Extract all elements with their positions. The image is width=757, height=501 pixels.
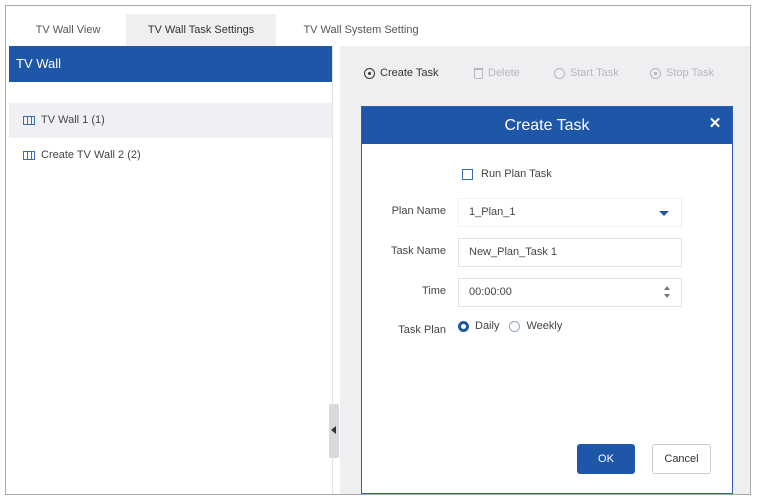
task-name-value: New_Plan_Task 1 [469,246,558,258]
weekly-label: Weekly [526,320,563,332]
start-task-button[interactable]: Start Task [554,65,619,81]
close-icon[interactable]: ✕ [708,116,722,132]
tv-wall-list: TV Wall 1 (1) Create TV Wall 2 (2) [9,103,332,173]
chevron-left-icon [331,426,336,434]
tv-wall-icon [23,151,35,160]
collapse-panel-button[interactable] [329,404,339,458]
stop-task-button[interactable]: Stop Task [650,65,714,81]
task-plan-label: Task Plan [398,324,446,336]
tab-tv-wall-task-settings[interactable]: TV Wall Task Settings [126,14,276,46]
task-name-input[interactable]: New_Plan_Task 1 [458,238,682,267]
start-icon [554,67,565,79]
delete-button[interactable]: Delete [474,65,520,81]
run-plan-task-row: Run Plan Task [462,168,552,180]
run-plan-task-checkbox[interactable] [462,168,473,180]
tv-wall-panel: TV Wall TV Wall 1 (1) Create TV Wall 2 (… [9,46,333,494]
time-label: Time [421,285,446,297]
tab-bar: TV Wall View TV Wall Task Settings TV Wa… [6,6,750,46]
stop-task-label: Stop Task [666,67,715,79]
tab-tv-wall-system-setting[interactable]: TV Wall System Setting [286,14,436,46]
tv-wall-icon [23,116,35,125]
stop-icon [650,67,661,79]
delete-label: Delete [488,67,520,79]
time-spinner-icon[interactable] [663,285,671,300]
app-window: TV Wall View TV Wall Task Settings TV Wa… [5,5,751,495]
cancel-button[interactable]: Cancel [652,444,711,474]
task-area: Create Task Delete Start Task Stop Task … [340,46,750,494]
tv-wall-item-label: TV Wall 1 (1) [41,114,105,126]
create-task-label: Create Task [380,67,439,79]
plan-name-value: 1_Plan_1 [469,206,516,218]
daily-label: Daily [475,320,500,332]
chevron-down-icon [659,211,669,216]
tv-wall-item-1[interactable]: TV Wall 1 (1) [9,103,332,138]
create-task-button[interactable]: Create Task [364,65,439,81]
tv-wall-item-label: Create TV Wall 2 (2) [41,149,141,161]
weekly-radio[interactable] [509,320,521,332]
task-plan-radio-group: Daily Weekly [458,320,572,332]
trash-icon [474,67,483,79]
task-name-label: Task Name [390,245,446,257]
dialog-title: Create Task [504,117,590,134]
tab-tv-wall-view[interactable]: TV Wall View [20,14,116,46]
daily-radio[interactable] [458,320,469,332]
tv-wall-item-2[interactable]: Create TV Wall 2 (2) [9,138,332,173]
plan-name-select[interactable]: 1_Plan_1 [458,198,682,227]
plan-name-label: Plan Name [391,205,446,217]
dialog-header: Create Task ✕ [362,107,732,144]
time-input[interactable]: 00:00:00 [458,278,682,307]
tv-wall-panel-title: TV Wall [9,46,332,82]
start-task-label: Start Task [570,67,619,79]
run-plan-task-label: Run Plan Task [481,168,552,180]
time-value: 00:00:00 [469,286,512,298]
create-task-dialog: Create Task ✕ Run Plan Task Plan Name 1_… [361,106,733,494]
task-toolbar: Create Task Delete Start Task Stop Task [340,46,750,98]
ok-button[interactable]: OK [577,444,635,474]
plus-circle-icon [364,67,375,79]
